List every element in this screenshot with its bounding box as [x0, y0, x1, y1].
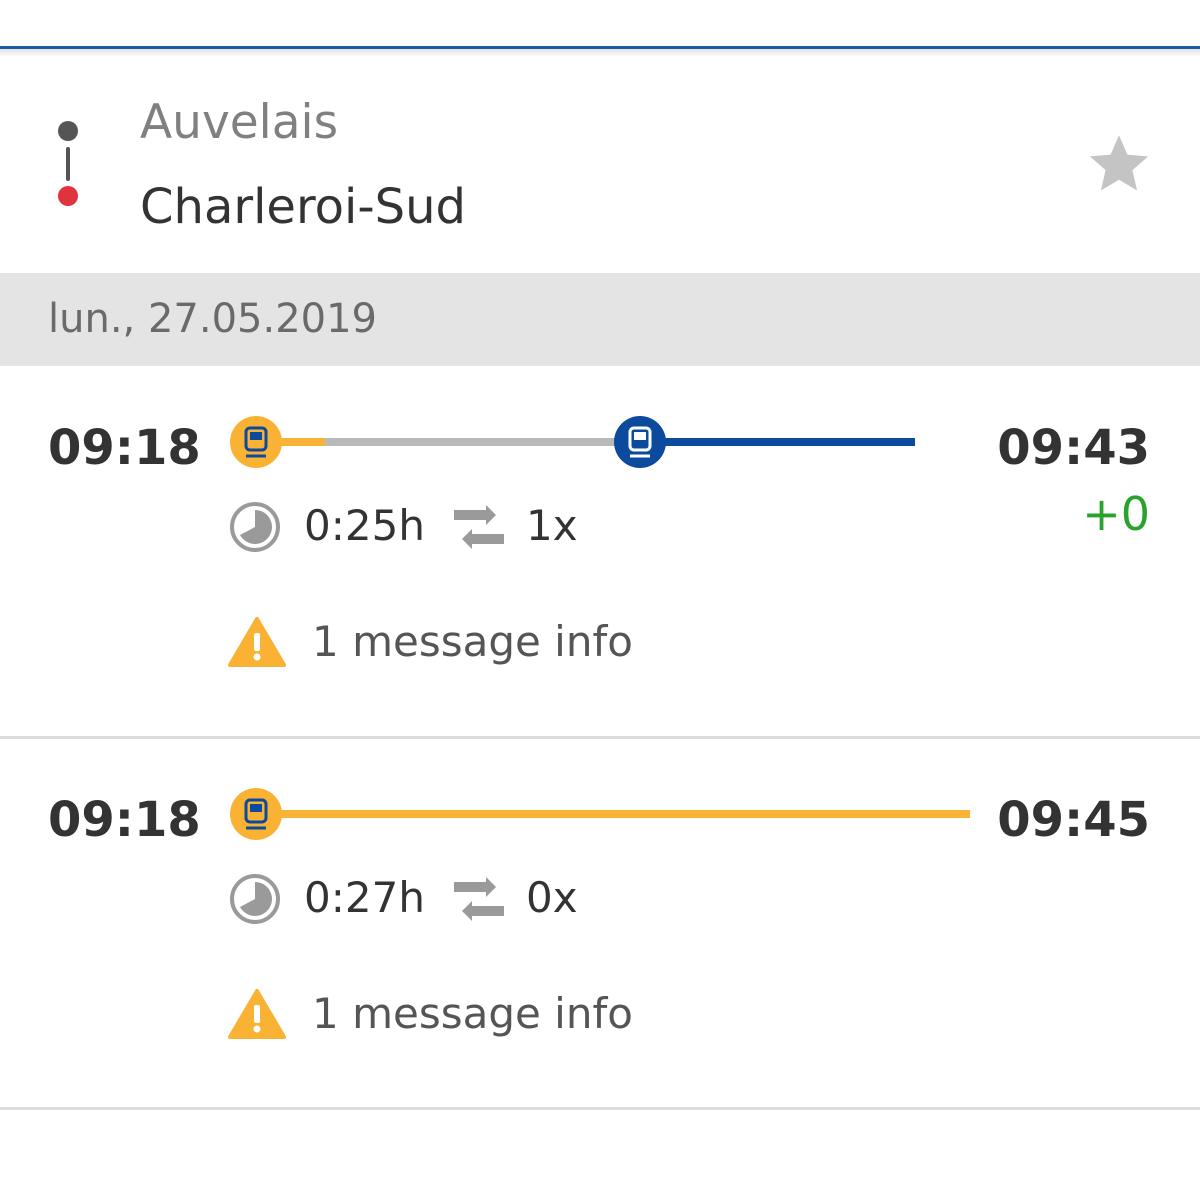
info-message[interactable]: 1 message info [228, 614, 828, 674]
transfer-icon [454, 877, 504, 921]
duration: 0:25h [304, 501, 425, 550]
destination-station: Charleroi-Sud [140, 179, 467, 235]
origin-dot [58, 121, 78, 141]
list-divider [0, 1107, 1200, 1110]
header-shadow [0, 49, 1200, 57]
clock-icon [230, 874, 280, 924]
connection-timeline [230, 788, 970, 840]
connection-item[interactable]: 09:18 09:45 0:27h 0x 1 message info [0, 738, 1200, 1108]
origin-station: Auvelais [140, 95, 339, 150]
destination-dot [58, 186, 78, 206]
connection-item[interactable]: 09:18 09:43 +0 0:25h 1x 1 message info [0, 366, 1200, 736]
star-icon[interactable] [1084, 129, 1154, 199]
info-message[interactable]: 1 message info [228, 986, 828, 1046]
clock-icon [230, 502, 280, 552]
route-header[interactable]: Auvelais Charleroi-Sud [0, 57, 1200, 273]
date-header: lun., 27.05.2019 [0, 273, 1200, 366]
transfer-count: 1x [526, 501, 578, 550]
date-label: lun., 27.05.2019 [48, 296, 377, 342]
connection-meta: 0:27h 0x [228, 866, 828, 930]
transfer-count: 0x [526, 873, 578, 922]
departure-time: 09:18 [48, 792, 201, 848]
info-message-text: 1 message info [312, 617, 633, 666]
train-icon [230, 788, 282, 840]
arrival-time: 09:45 [997, 792, 1150, 848]
train-icon [230, 416, 282, 468]
info-message-text: 1 message info [312, 989, 633, 1038]
route-connector-line [66, 147, 70, 181]
departure-time: 09:18 [48, 420, 201, 476]
connection-timeline [230, 416, 915, 468]
warning-icon [228, 989, 286, 1039]
train-icon [614, 416, 666, 468]
arrival-time: 09:43 [997, 420, 1150, 476]
transfer-icon [454, 505, 504, 549]
warning-icon [228, 617, 286, 667]
delay-indicator: +0 [1082, 487, 1150, 541]
connection-meta: 0:25h 1x [228, 494, 828, 558]
duration: 0:27h [304, 873, 425, 922]
